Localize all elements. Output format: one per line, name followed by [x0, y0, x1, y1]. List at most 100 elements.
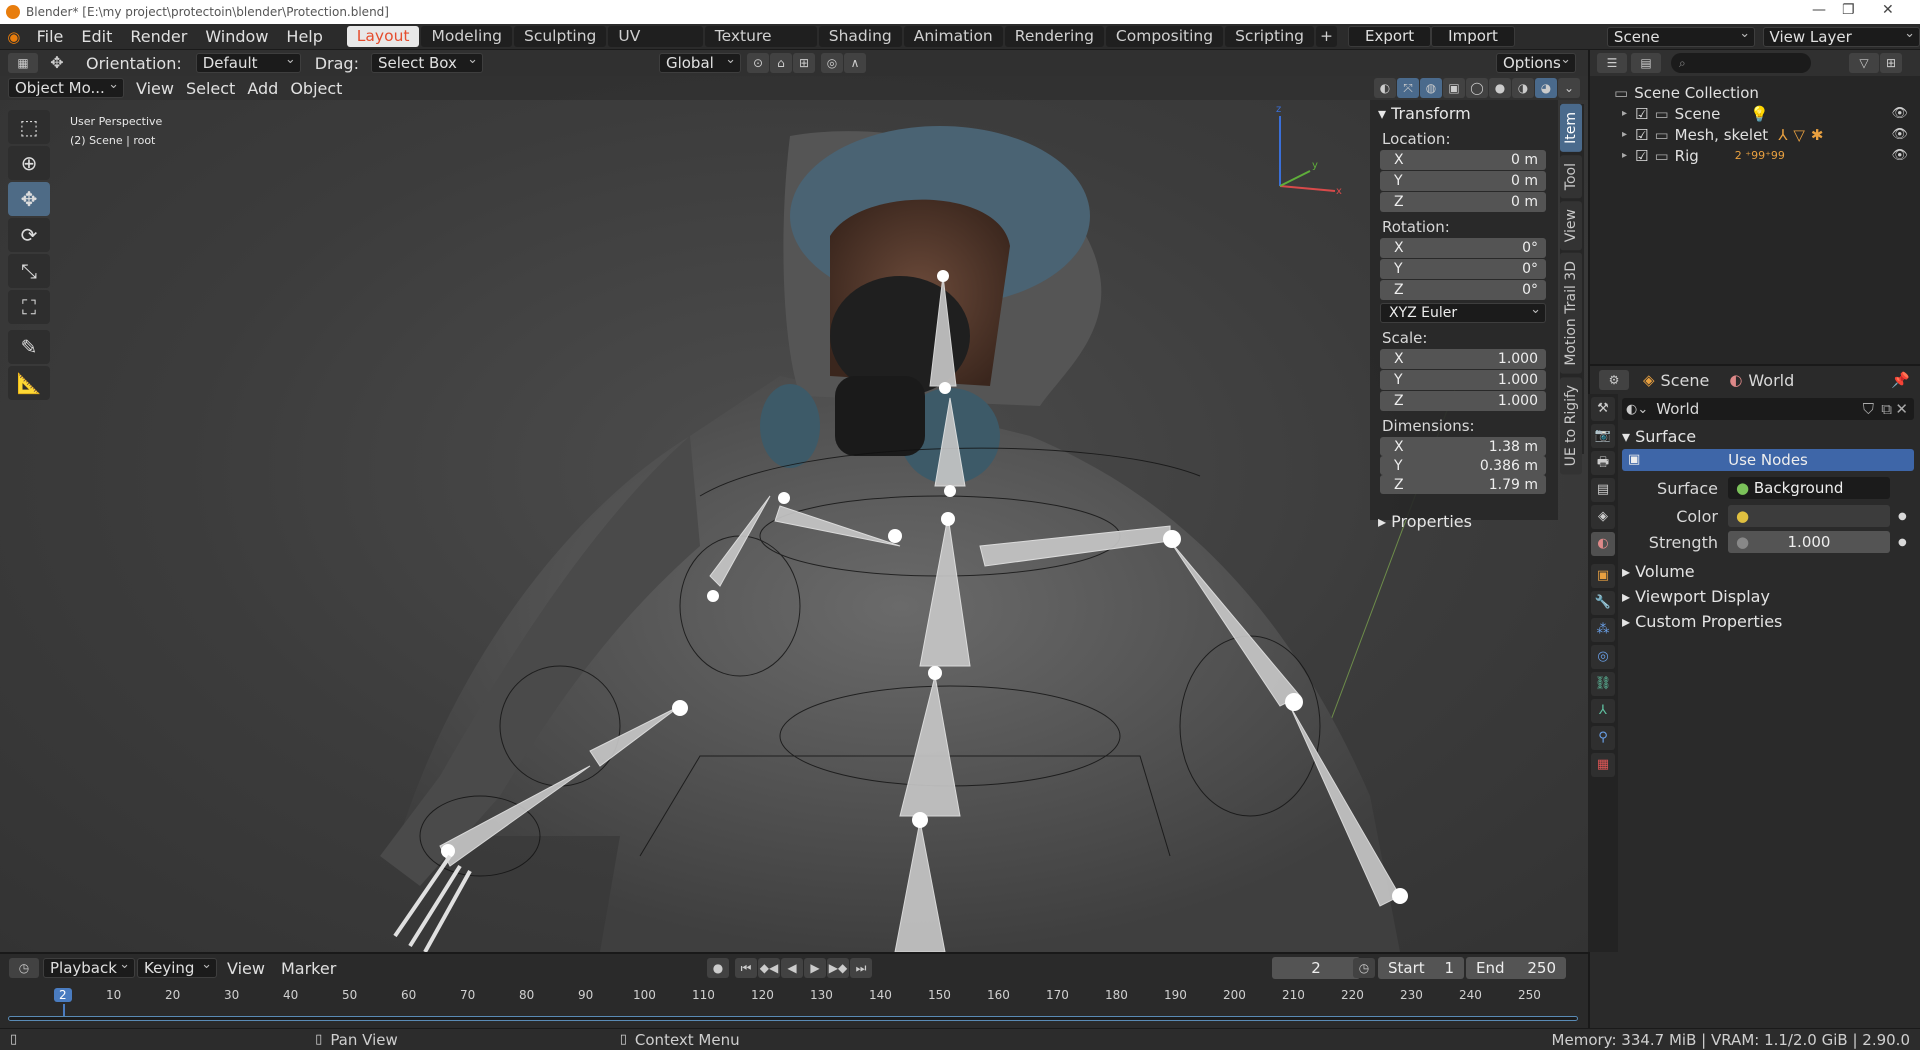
transform-section-header[interactable]: ▾ Transform	[1370, 100, 1558, 125]
timeline-ruler[interactable]: 2 10 20 30 40 50 60 70 80 90 100 110 120…	[10, 988, 1580, 1008]
proportional-edit-icon[interactable]: ◎	[820, 53, 843, 73]
start-frame-field[interactable]: Start 1	[1378, 957, 1464, 979]
object-properties-icon[interactable]: ▣	[1591, 564, 1615, 588]
scale-x-field[interactable]: X 1.000	[1380, 349, 1546, 369]
add-workspace-icon[interactable]: +	[1316, 26, 1338, 47]
mode-dropdown[interactable]: Object Mo...	[8, 76, 124, 98]
color-field[interactable]: ●	[1728, 505, 1890, 527]
breadcrumb-scene[interactable]: Scene	[1661, 371, 1710, 390]
menu-window[interactable]: Window	[196, 24, 277, 50]
restore-icon[interactable]: ❐	[1842, 2, 1855, 18]
keyframe-dot-icon[interactable]: ●	[1898, 537, 1907, 548]
play-icon[interactable]: ▶	[804, 958, 826, 978]
playhead-frame[interactable]: 2	[54, 988, 72, 1002]
scale-y-field[interactable]: Y 1.000	[1380, 370, 1546, 390]
move-tool-icon[interactable]: ✥	[44, 53, 70, 73]
timeline-scrollbar[interactable]	[8, 1016, 1578, 1021]
rotate-icon[interactable]: ⟳	[8, 218, 50, 252]
menu-select[interactable]: Select	[180, 79, 241, 98]
snap-icon[interactable]: ⌂	[769, 53, 792, 73]
end-frame-field[interactable]: End 250	[1466, 957, 1566, 979]
use-nodes-button[interactable]: ▣ Use Nodes	[1622, 449, 1914, 471]
timeline-menu-marker[interactable]: Marker	[275, 959, 342, 978]
outliner-item-mesh[interactable]: ▸ ☑ ▭ Mesh, skelet ⅄ ▽ ✱ 👁	[1614, 124, 1920, 145]
duplicate-icon[interactable]: ⧉	[1881, 400, 1892, 418]
tab-compositing[interactable]: Compositing	[1105, 26, 1224, 47]
modifier-properties-icon[interactable]: 🔧	[1591, 591, 1615, 615]
particles-properties-icon[interactable]: ⁂	[1591, 618, 1615, 642]
eye-icon[interactable]: 👁	[1891, 127, 1908, 142]
blender-menu-icon[interactable]: ◉	[0, 28, 28, 46]
scene-selector[interactable]: Scene	[1606, 25, 1756, 47]
rotation-z-field[interactable]: Z 0°	[1380, 280, 1546, 300]
expand-arrow-icon[interactable]: ▸	[1622, 108, 1627, 119]
xray-icon[interactable]: ▣	[1443, 78, 1465, 98]
strength-field[interactable]: ● 1.000	[1728, 531, 1890, 553]
outliner-editor-type-icon[interactable]: ☰	[1597, 53, 1627, 73]
breadcrumb-world[interactable]: World	[1748, 371, 1794, 390]
render-properties-icon[interactable]: 📷	[1591, 424, 1615, 448]
use-preview-range-icon[interactable]: ◷	[1353, 958, 1375, 978]
drag-dropdown[interactable]: Select Box	[370, 51, 483, 73]
tab-motion-trail-3d[interactable]: Motion Trail 3D	[1560, 253, 1582, 374]
location-z-field[interactable]: Z0 m	[1380, 192, 1546, 212]
scale-z-field[interactable]: Z 1.000	[1380, 391, 1546, 411]
play-reverse-icon[interactable]: ◀	[781, 958, 803, 978]
tab-scripting[interactable]: Scripting	[1225, 26, 1315, 47]
playback-dropdown[interactable]: Playback	[43, 956, 135, 978]
tab-tool[interactable]: Tool	[1560, 154, 1582, 199]
texture-properties-icon[interactable]: ▦	[1591, 753, 1615, 777]
wireframe-shading-icon[interactable]: ◯	[1466, 78, 1488, 98]
rendered-shading-icon[interactable]: ◕	[1535, 78, 1557, 98]
tab-texture-paint[interactable]: Texture Paint	[704, 26, 817, 66]
falloff-icon[interactable]: ∧	[843, 53, 866, 73]
menu-help[interactable]: Help	[277, 24, 331, 50]
constraint-properties-icon[interactable]: ⛓	[1591, 672, 1615, 696]
tab-uv-editing[interactable]: UV Editing	[608, 26, 703, 66]
dimensions-y-field[interactable]: Y 0.386 m	[1380, 456, 1546, 475]
rotation-mode-dropdown[interactable]: XYZ Euler	[1380, 301, 1546, 323]
view-layer-selector[interactable]: View Layer	[1762, 25, 1920, 47]
new-collection-icon[interactable]: ⊞	[1880, 53, 1902, 73]
transform-orientation-dropdown[interactable]: Global	[658, 51, 741, 73]
rotation-y-field[interactable]: Y 0°	[1380, 259, 1546, 279]
output-properties-icon[interactable]: 🖶	[1591, 451, 1615, 475]
eye-icon[interactable]: 👁	[1891, 106, 1908, 121]
menu-edit[interactable]: Edit	[72, 24, 121, 50]
menu-add[interactable]: Add	[241, 79, 284, 98]
navigation-gizmo[interactable]: z x y	[1276, 104, 1342, 197]
expand-arrow-icon[interactable]: ▸	[1622, 129, 1627, 140]
properties-editor-type-icon[interactable]: ⚙	[1599, 370, 1629, 390]
options-dropdown[interactable]: Options	[1496, 51, 1576, 73]
scene-properties-icon[interactable]: ◈	[1591, 505, 1615, 529]
jump-end-icon[interactable]: ⏭	[850, 958, 872, 978]
dimensions-x-field[interactable]: X 1.38 m	[1380, 437, 1546, 456]
gizmo-icon[interactable]: ⤧	[1397, 78, 1419, 98]
properties-section-header[interactable]: ▸ Properties	[1370, 508, 1558, 533]
jump-start-icon[interactable]: ⏮	[735, 958, 757, 978]
current-frame-field[interactable]: 2	[1272, 957, 1360, 979]
export-button[interactable]: Export	[1348, 26, 1432, 47]
pivot-icon[interactable]: ⊙	[746, 53, 769, 73]
next-keyframe-icon[interactable]: ▶◆	[827, 958, 849, 978]
pin-icon[interactable]: 📌	[1891, 371, 1910, 389]
shading-options-icon[interactable]: ⌄	[1558, 78, 1580, 98]
world-datablock-selector[interactable]: ◐⌄ World ⛉ ⧉ ✕	[1622, 398, 1914, 420]
orientation-dropdown[interactable]: Default	[195, 51, 301, 73]
world-name-field[interactable]: World	[1656, 400, 1699, 418]
prev-keyframe-icon[interactable]: ◆◀	[758, 958, 780, 978]
minimize-icon[interactable]: —	[1812, 2, 1826, 18]
3d-viewport[interactable]: z x y	[0, 76, 1588, 952]
snap-target-icon[interactable]: ⊞	[792, 53, 815, 73]
menu-file[interactable]: File	[28, 24, 73, 50]
eye-icon[interactable]: 👁	[1891, 148, 1908, 163]
tab-view[interactable]: View	[1560, 201, 1582, 251]
location-y-field[interactable]: Y0 m	[1380, 171, 1546, 191]
dimensions-z-field[interactable]: Z 1.79 m	[1380, 475, 1546, 494]
tab-sculpting[interactable]: Sculpting	[514, 26, 607, 47]
view-layer-properties-icon[interactable]: ▤	[1591, 478, 1615, 502]
expand-arrow-icon[interactable]: ▸	[1622, 150, 1627, 161]
display-mode-icon[interactable]: ▤	[1631, 53, 1661, 73]
physics-properties-icon[interactable]: ◎	[1591, 645, 1615, 669]
close-icon[interactable]: ✕	[1882, 2, 1894, 18]
